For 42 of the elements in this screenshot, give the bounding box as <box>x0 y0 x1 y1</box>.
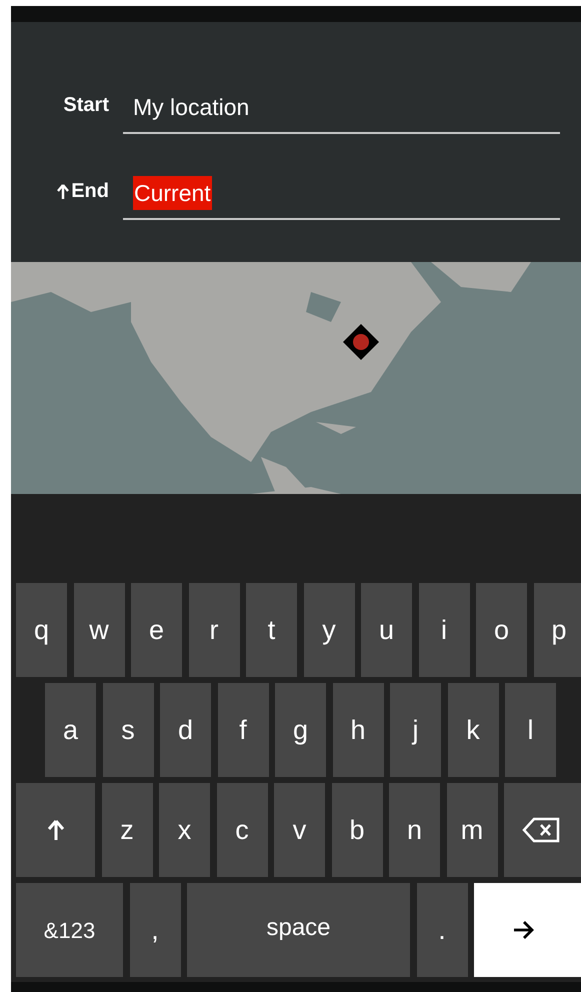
keyboard-key[interactable]: m <box>446 783 498 877</box>
keyboard-key[interactable]: r <box>188 583 240 677</box>
text-field[interactable]: My location <box>123 84 560 134</box>
keyboard-key[interactable]: a <box>45 683 96 777</box>
keyboard-key[interactable]: d <box>160 683 211 777</box>
symbols-key[interactable]: &123 <box>16 883 123 977</box>
keyboard-key[interactable]: z <box>102 783 152 877</box>
field-label: Start <box>63 93 109 118</box>
field-label: End <box>71 179 109 204</box>
shift-key[interactable] <box>16 783 95 877</box>
keyboard-key[interactable]: q <box>16 583 67 677</box>
keyboard-key[interactable]: k <box>448 683 498 777</box>
keyboard-key[interactable]: n <box>389 783 440 877</box>
keyboard-key[interactable]: e <box>131 583 182 677</box>
keyboard-key[interactable]: , <box>130 883 180 977</box>
keyboard-key[interactable]: t <box>246 583 297 677</box>
keyboard-key[interactable]: y <box>304 583 354 677</box>
keyboard-key[interactable]: s <box>102 683 154 777</box>
backspace-icon <box>522 817 560 843</box>
location-pin-icon <box>343 324 379 360</box>
keyboard-key[interactable]: x <box>159 783 210 877</box>
keyboard-key[interactable]: g <box>275 683 326 777</box>
keyboard-key[interactable]: o <box>476 583 527 677</box>
backspace-key[interactable] <box>504 783 581 877</box>
keyboard-key[interactable]: . <box>416 883 468 977</box>
keyboard-key[interactable]: i <box>418 583 470 677</box>
keyboard-key[interactable]: v <box>274 783 325 877</box>
shift-arrow-icon <box>48 820 64 840</box>
keyboard-key[interactable]: w <box>74 583 124 677</box>
keyboard-key[interactable]: p <box>534 583 581 677</box>
keyboard-key[interactable]: l <box>505 683 556 777</box>
text-field[interactable]: Current <box>123 170 560 220</box>
keyboard-key[interactable]: c <box>216 783 268 877</box>
up-arrow-icon <box>57 184 70 198</box>
keyboard-key[interactable]: f <box>218 683 268 777</box>
enter-arrow-icon <box>514 921 534 939</box>
space-key[interactable]: space <box>187 883 410 977</box>
keyboard-key[interactable]: h <box>332 683 384 777</box>
enter-key[interactable] <box>474 883 581 977</box>
keyboard-key[interactable]: u <box>361 583 412 677</box>
keyboard-key[interactable]: j <box>390 683 441 777</box>
keyboard-key[interactable]: b <box>332 783 382 877</box>
